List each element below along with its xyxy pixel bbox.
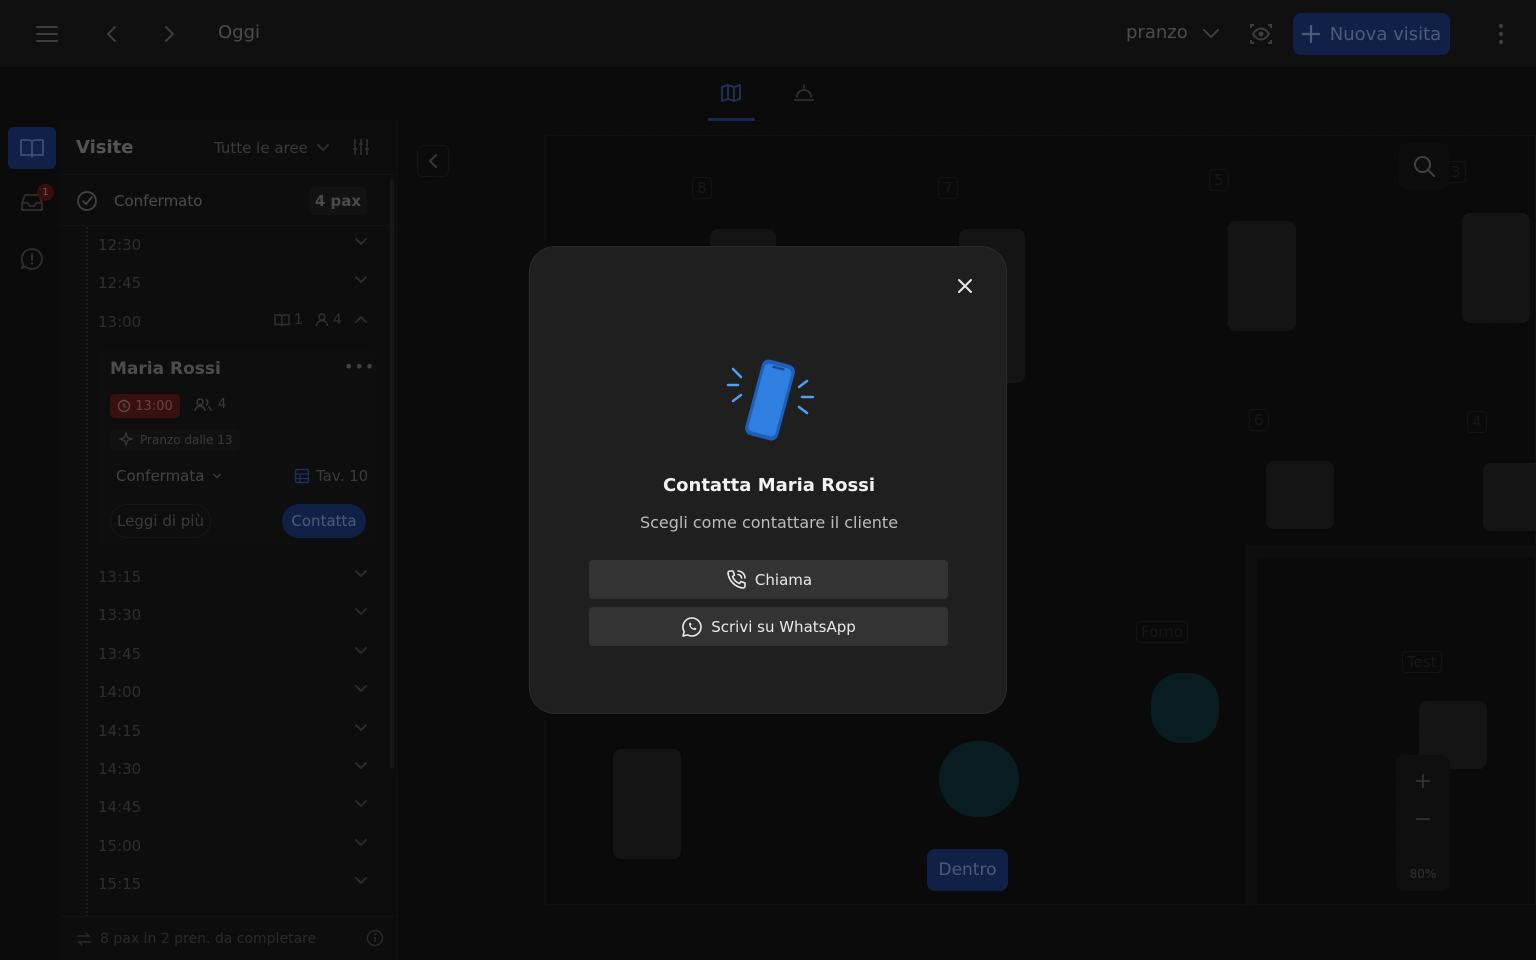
call-button[interactable]: Chiama <box>589 560 948 599</box>
whatsapp-icon <box>682 616 703 637</box>
whatsapp-button[interactable]: Scrivi su WhatsApp <box>589 607 948 646</box>
phone-ringing-icon <box>727 569 746 589</box>
modal-title: Contatta Maria Rossi <box>662 475 876 496</box>
ringing-phone-icon <box>725 355 815 449</box>
contact-modal: Contatta Maria Rossi Scegli come contatt… <box>529 246 1007 714</box>
modal-subtitle: Scegli come contattare il cliente <box>639 513 899 532</box>
whatsapp-label: Scrivi su WhatsApp <box>711 617 856 636</box>
close-icon[interactable] <box>950 271 980 301</box>
call-label: Chiama <box>754 570 813 589</box>
